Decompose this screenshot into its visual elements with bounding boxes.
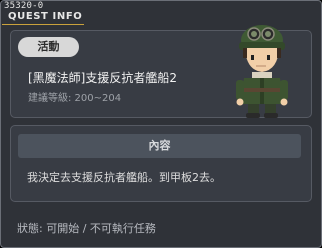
event-tag-badge: 活動 [18,37,79,57]
quest-id-label: 35320-0 [4,1,44,11]
recommended-level: 建議等級: 200~204 [28,93,122,104]
content-section-header: 內容 [18,134,301,158]
quest-description: 我決定去支援反抗者艦船。到甲板2去。 [27,171,221,184]
title-underline [2,24,84,25]
quest-status: 狀態: 可開始 / 不可執行任務 [17,222,156,235]
npc-soldier-icon [236,25,288,118]
window-title: QUEST INFO [8,11,83,22]
quest-name: [黑魔法師]支援反抗者艦船2 [28,71,177,85]
